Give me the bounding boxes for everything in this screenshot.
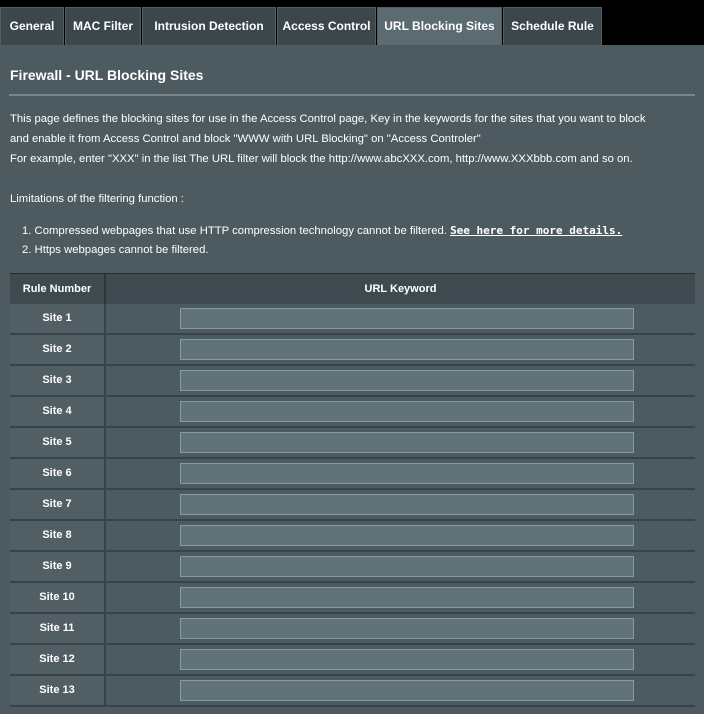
url-keyword-input[interactable] <box>180 463 634 484</box>
tab-mac-filter[interactable]: MAC Filter <box>65 7 141 45</box>
description-line-2: and enable it from Access Control and bl… <box>10 133 481 145</box>
url-keyword-input[interactable] <box>180 370 634 391</box>
url-keyword-input[interactable] <box>180 432 634 453</box>
limitation-item-1: 1. Compressed webpages that use HTTP com… <box>22 224 622 237</box>
url-keyword-input[interactable] <box>180 525 634 546</box>
url-keyword-cell <box>104 490 695 519</box>
url-keyword-input[interactable] <box>180 308 634 329</box>
table-row: Site 13 <box>10 676 695 707</box>
url-keyword-input[interactable] <box>180 556 634 577</box>
rule-number-cell: Site 5 <box>10 428 104 457</box>
url-keyword-cell <box>104 397 695 426</box>
rule-number-cell: Site 3 <box>10 366 104 395</box>
rule-number-cell: Site 4 <box>10 397 104 426</box>
url-keyword-cell <box>104 676 695 705</box>
url-keyword-cell <box>104 645 695 674</box>
description-line-3: For example, enter "XXX" in the list The… <box>10 153 633 165</box>
url-keyword-cell <box>104 304 695 333</box>
url-keyword-cell <box>104 459 695 488</box>
page-title: Firewall - URL Blocking Sites <box>10 67 204 83</box>
table-row: Site 3 <box>10 366 695 397</box>
rule-number-cell: Site 1 <box>10 304 104 333</box>
url-keyword-input[interactable] <box>180 618 634 639</box>
table-row: Site 9 <box>10 552 695 583</box>
url-keyword-cell <box>104 428 695 457</box>
url-keyword-cell <box>104 366 695 395</box>
url-keyword-header: URL Keyword <box>104 274 695 304</box>
url-keyword-cell <box>104 335 695 364</box>
rule-number-cell: Site 13 <box>10 676 104 705</box>
table-row: Site 8 <box>10 521 695 552</box>
url-keyword-cell <box>104 583 695 612</box>
url-keyword-input[interactable] <box>180 649 634 670</box>
table-row: Site 2 <box>10 335 695 366</box>
limitation-item-2: 2. Https webpages cannot be filtered. <box>22 244 209 256</box>
table-row: Site 11 <box>10 614 695 645</box>
rule-number-cell: Site 11 <box>10 614 104 643</box>
table-row: Site 10 <box>10 583 695 614</box>
rule-number-cell: Site 7 <box>10 490 104 519</box>
title-divider <box>9 94 695 96</box>
more-details-link[interactable]: See here for more details. <box>450 224 622 237</box>
url-keyword-input[interactable] <box>180 587 634 608</box>
tab-schedule-rule[interactable]: Schedule Rule <box>503 7 602 45</box>
table-row: Site 5 <box>10 428 695 459</box>
tab-intrusion-detection[interactable]: Intrusion Detection <box>142 7 276 45</box>
rule-number-header: Rule Number <box>22 283 92 295</box>
tab-access-control[interactable]: Access Control <box>277 7 376 45</box>
tab-general[interactable]: General <box>0 7 64 45</box>
rule-number-cell: Site 12 <box>10 645 104 674</box>
table-header: Rule Number URL Keyword <box>10 273 695 304</box>
url-keyword-cell <box>104 552 695 581</box>
url-keyword-input[interactable] <box>180 680 634 701</box>
url-rules-table: Site 1 Site 2 Site 3 Site 4 Site 5 Site 6 Site… <box>10 304 695 707</box>
table-row: Site 4 <box>10 397 695 428</box>
rule-number-cell: Site 8 <box>10 521 104 550</box>
rule-number-cell: Site 9 <box>10 552 104 581</box>
table-row: Site 7 <box>10 490 695 521</box>
url-keyword-cell <box>104 614 695 643</box>
description-line-1: This page defines the blocking sites for… <box>10 113 646 125</box>
table-row: Site 6 <box>10 459 695 490</box>
url-keyword-cell <box>104 521 695 550</box>
limitations-heading: Limitations of the filtering function : <box>10 193 184 205</box>
limitation-1-text: 1. Compressed webpages that use HTTP com… <box>22 225 451 237</box>
tab-bar: General MAC Filter Intrusion Detection A… <box>0 0 704 45</box>
rule-number-cell: Site 2 <box>10 335 104 364</box>
firewall-page: General MAC Filter Intrusion Detection A… <box>0 0 704 714</box>
url-keyword-input[interactable] <box>180 401 634 422</box>
tab-url-blocking-sites[interactable]: URL Blocking Sites <box>377 7 502 45</box>
table-row: Site 1 <box>10 304 695 335</box>
url-keyword-input[interactable] <box>180 339 634 360</box>
rule-number-cell: Site 10 <box>10 583 104 612</box>
rule-number-cell: Site 6 <box>10 459 104 488</box>
url-keyword-input[interactable] <box>180 494 634 515</box>
table-row: Site 12 <box>10 645 695 676</box>
